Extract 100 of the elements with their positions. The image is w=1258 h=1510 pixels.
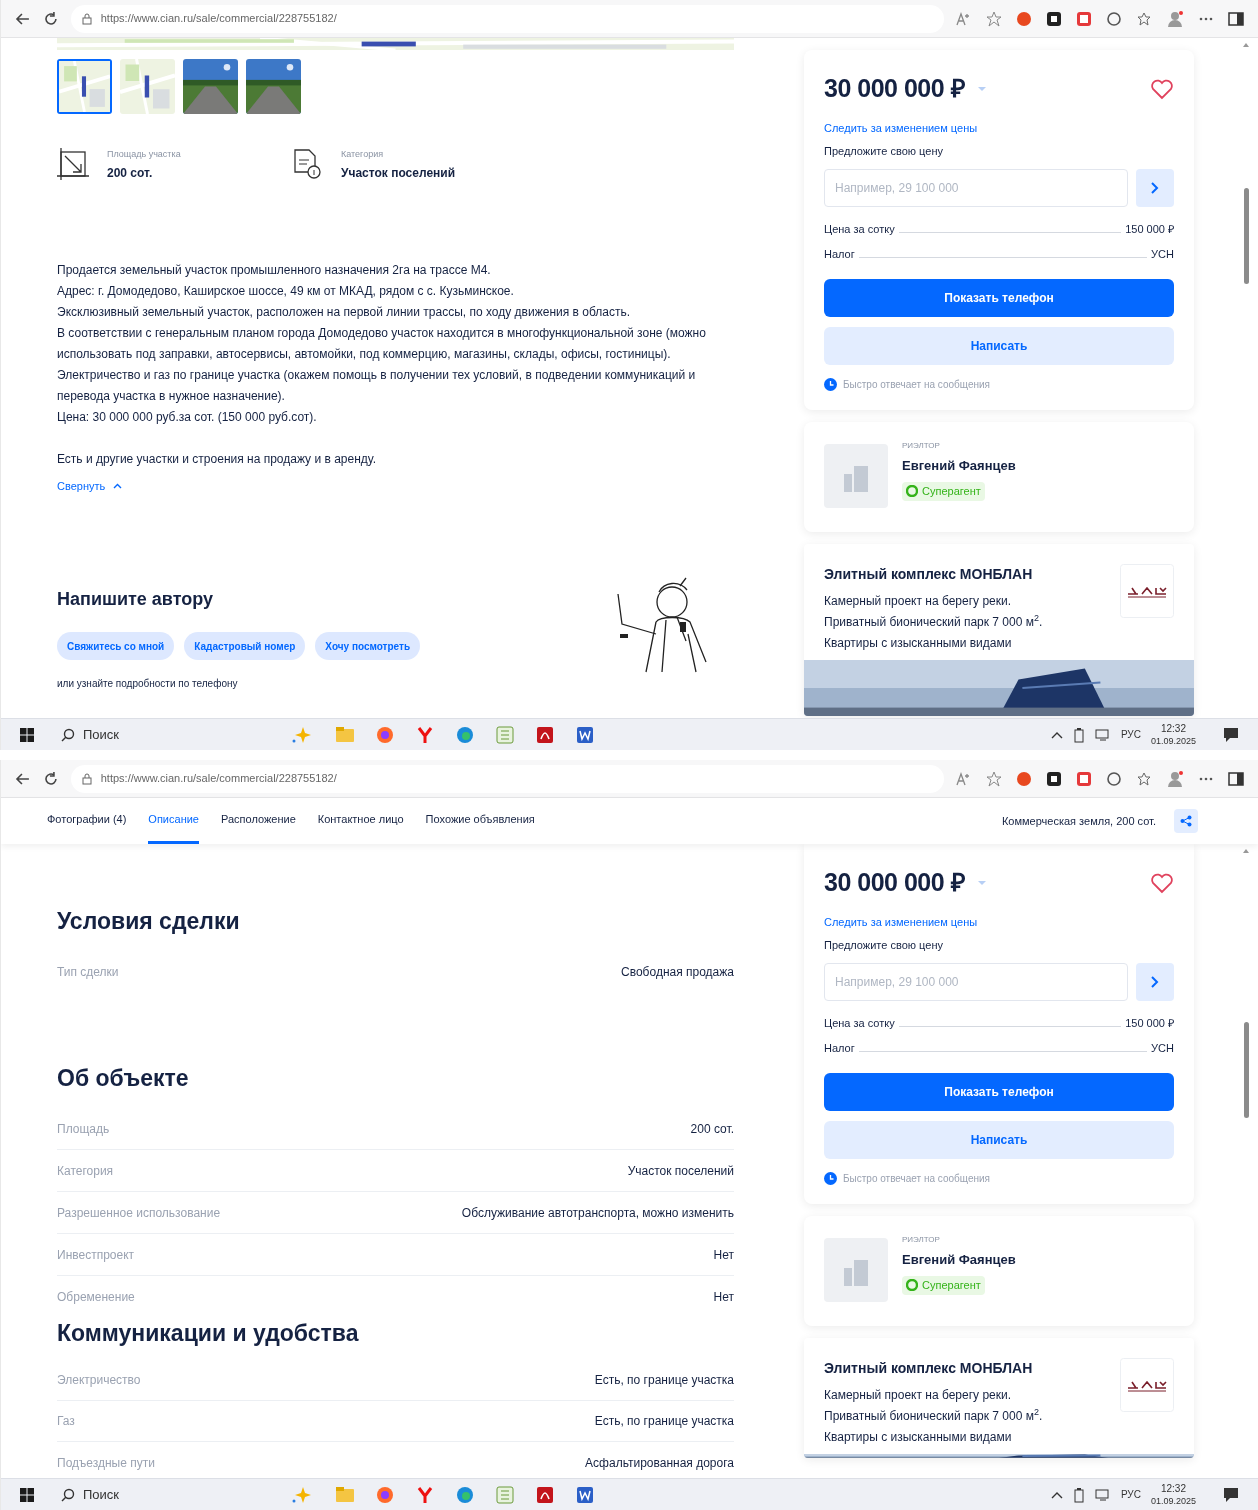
section-tab[interactable]: Расположение xyxy=(221,798,296,844)
offer-price-field[interactable]: Например, 29 100 000 xyxy=(824,168,1128,207)
quick-message-chip[interactable]: Свяжитесь со мной xyxy=(57,632,175,660)
offer-label: Предложите свою цену xyxy=(824,144,944,159)
info-value: УСН xyxy=(1151,247,1174,262)
section-tab[interactable]: Фотографии (4) xyxy=(47,798,127,844)
developer-logo[interactable] xyxy=(1120,1357,1174,1412)
detail-label: Электричество xyxy=(57,1372,141,1389)
section-tab[interactable]: Контактное лицо xyxy=(317,798,404,844)
scroll-up-icon[interactable] xyxy=(1242,848,1250,854)
heart-icon[interactable] xyxy=(1150,871,1174,894)
browser-icon[interactable] xyxy=(415,1484,435,1505)
quick-message-chip[interactable]: Хочу посмотреть xyxy=(315,632,421,660)
description-paragraph: Есть и другие участки и строения на продажу и в аренду. xyxy=(57,450,377,468)
search-field[interactable]: Поиск xyxy=(61,720,231,749)
search-icon xyxy=(61,1487,75,1502)
detail-label: Категория xyxy=(57,1162,114,1180)
profile-icon[interactable] xyxy=(1166,769,1184,788)
read-aloud-icon[interactable] xyxy=(956,11,972,26)
battery-icon[interactable] xyxy=(1072,726,1085,743)
watch-price-link[interactable]: Следить за изменением цены xyxy=(824,913,978,930)
battery-icon[interactable] xyxy=(1072,1486,1085,1503)
watch-price-link[interactable]: Следить за изменением цены xyxy=(824,119,978,136)
network-icon[interactable] xyxy=(1094,727,1111,742)
read-aloud-icon[interactable] xyxy=(956,771,972,786)
browser-icon[interactable] xyxy=(375,724,395,745)
thumbnail[interactable] xyxy=(246,59,301,114)
agent-name[interactable]: Евгений Фаянцев xyxy=(902,455,1016,475)
detail-value: Есть, по границе участка xyxy=(594,1413,734,1430)
info-label: Налог xyxy=(824,247,855,262)
browser-icon[interactable] xyxy=(375,1484,395,1505)
browser-icon[interactable] xyxy=(455,1484,475,1505)
favorites-icon[interactable] xyxy=(1136,770,1152,787)
reload-icon[interactable] xyxy=(42,10,59,27)
network-icon[interactable] xyxy=(1094,1487,1111,1502)
star-icon[interactable] xyxy=(986,770,1002,787)
scroll-up-icon[interactable] xyxy=(1242,42,1250,48)
scrollbar-thumb[interactable] xyxy=(1243,188,1249,284)
sidebar-icon[interactable] xyxy=(1228,10,1244,27)
search-placeholder: Поиск xyxy=(83,725,120,744)
star-icon[interactable] xyxy=(986,10,1002,27)
document-icon[interactable] xyxy=(575,724,595,745)
ad-text: Приватный бионический парк 7 000 м$^{2}$. xyxy=(824,1406,1044,1425)
address-bar[interactable]: https://www.cian.ru/sale/commercial/228755182/ xyxy=(70,764,944,793)
clock-date[interactable]: 01.09.2025 xyxy=(1150,734,1196,747)
agent-name[interactable]: Евгений Фаянцев xyxy=(902,1249,1016,1269)
detail-value: Участок поселений xyxy=(627,1162,734,1180)
description-paragraph: В соответствии с генеральным планом города Домодедово участок находится в многофункциональной зоне (можно использовать под заправки, автосервисы, автомойки, под коммерцию, магазины, склады, офисы, гостиницы). xyxy=(57,324,707,363)
thumbnail[interactable] xyxy=(120,59,175,114)
section-tab[interactable]: Описание xyxy=(148,798,199,844)
info-label: Налог xyxy=(824,1041,855,1056)
detail-value: Есть, по границе участка xyxy=(594,1372,734,1389)
document-icon[interactable] xyxy=(575,1484,595,1505)
address-bar[interactable]: https://www.cian.ru/sale/commercial/228755182/ xyxy=(70,4,944,33)
search-field[interactable]: Поиск xyxy=(61,1480,231,1509)
clock-date[interactable]: 01.09.2025 xyxy=(1150,1494,1196,1507)
ad-card[interactable]: Элитный комплекс МОНБЛАН Камерный проект на берегу реки. Приватный бионический парк 7 000 м$^{2}$. Квартиры с изысканными видами xyxy=(804,1337,1194,1458)
ad-card[interactable]: Элитный комплекс МОНБЛАН Камерный проект на берегу реки. Приватный бионический парк 7 000 м$^{2}$. Квартиры с изысканными видами xyxy=(804,543,1194,716)
price: 30 000 000 ₽ xyxy=(824,867,966,898)
thumbnail[interactable] xyxy=(183,59,238,114)
notification-icon[interactable] xyxy=(1222,1485,1240,1504)
share-button[interactable] xyxy=(1174,809,1198,833)
reload-icon[interactable] xyxy=(42,770,59,787)
quick-message-chip[interactable]: Кадастровый номер xyxy=(184,632,306,660)
clock-time[interactable]: 12:32 xyxy=(1160,722,1186,735)
section-tab[interactable]: Похожие объявления xyxy=(425,798,535,844)
extension-icon[interactable] xyxy=(1106,770,1122,787)
thumbnail[interactable] xyxy=(57,59,112,114)
fact-label: Категория xyxy=(341,148,385,161)
browser-icon[interactable] xyxy=(415,724,435,745)
extension-icon[interactable] xyxy=(1046,10,1062,27)
offer-price-field[interactable]: Например, 29 100 000 xyxy=(824,962,1128,1001)
write-button[interactable]: Написать xyxy=(824,1120,1174,1159)
language-indicator[interactable]: РУС xyxy=(1120,1487,1141,1502)
language-indicator[interactable]: РУС xyxy=(1120,727,1141,742)
scrollbar-thumb[interactable] xyxy=(1243,1022,1249,1118)
notification-icon[interactable] xyxy=(1222,725,1240,744)
favorites-icon[interactable] xyxy=(1136,10,1152,27)
avatar-placeholder-icon xyxy=(824,1237,888,1302)
profile-icon[interactable] xyxy=(1166,9,1184,28)
show-phone-button[interactable]: Показать телефон xyxy=(824,1072,1174,1111)
badge-icon xyxy=(906,485,918,498)
clock-time[interactable]: 12:32 xyxy=(1160,1482,1186,1495)
pdf-icon[interactable] xyxy=(535,724,555,745)
url-text: https://www.cian.ru/sale/commercial/228755182/ xyxy=(100,11,337,27)
badge-label: Суперагент xyxy=(922,1278,981,1293)
show-phone-button[interactable]: Показать телефон xyxy=(824,278,1174,317)
browser-icon[interactable] xyxy=(455,724,475,745)
detail-value: Нет xyxy=(713,1246,734,1264)
extension-icon[interactable] xyxy=(1046,770,1062,787)
sidebar-icon[interactable] xyxy=(1228,770,1244,787)
heart-icon[interactable] xyxy=(1150,77,1174,100)
share-icon xyxy=(1180,815,1192,827)
windows-icon[interactable] xyxy=(19,726,35,743)
pdf-icon[interactable] xyxy=(535,1484,555,1505)
collapse-link[interactable]: Свернуть xyxy=(57,477,123,494)
write-button[interactable]: Написать xyxy=(824,326,1174,365)
windows-icon[interactable] xyxy=(19,1486,35,1503)
extension-icon[interactable] xyxy=(1106,10,1122,27)
developer-logo[interactable] xyxy=(1120,563,1174,618)
